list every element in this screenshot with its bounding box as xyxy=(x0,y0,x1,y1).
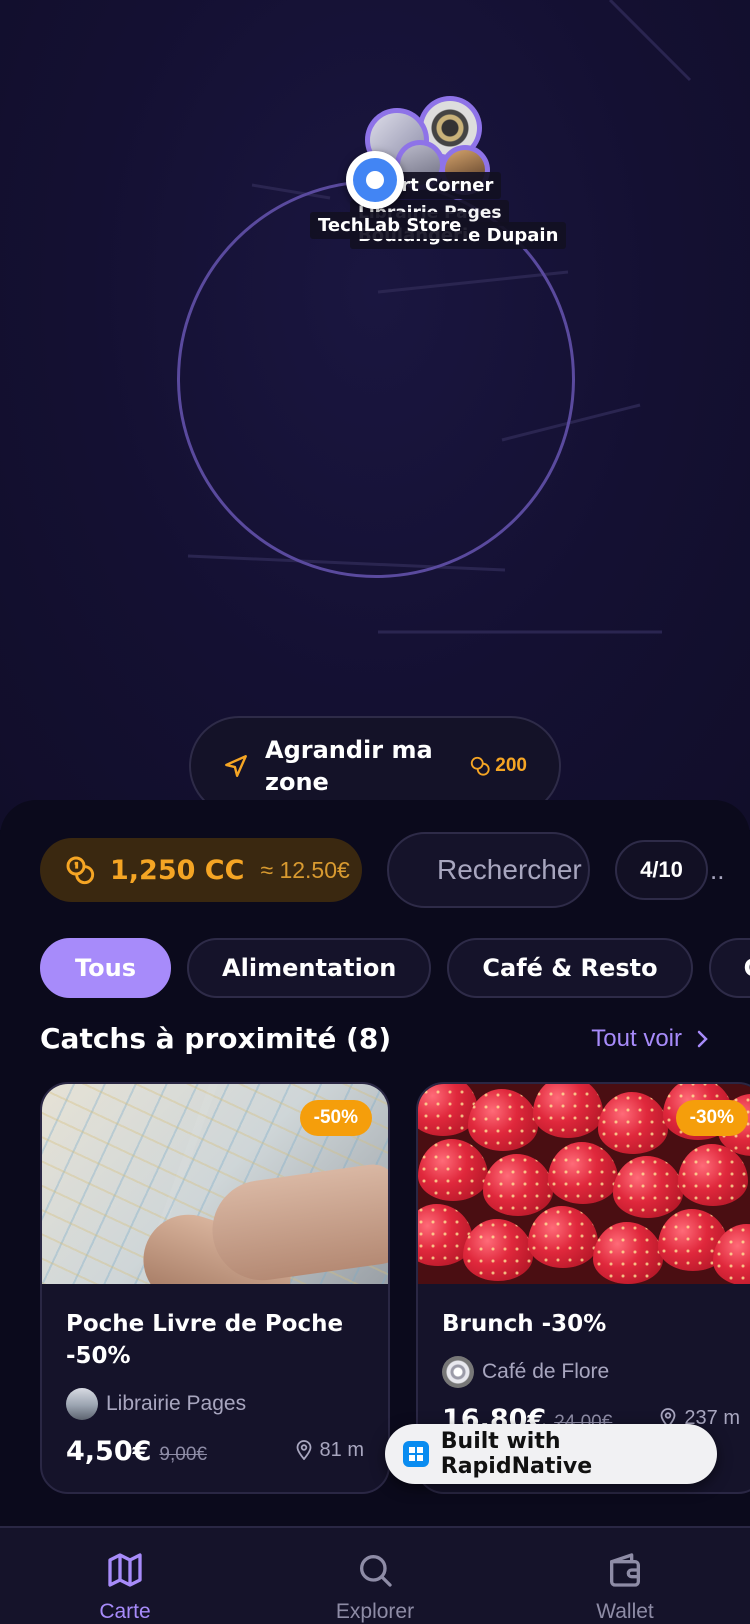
tab-wallet[interactable]: Wallet xyxy=(500,1528,750,1624)
expand-zone-cost: 200 xyxy=(469,755,527,777)
balance-euro-equivalent: ≈ 12.50€ xyxy=(260,856,350,883)
tab-explorer[interactable]: Explorer xyxy=(250,1528,500,1624)
coins-icon xyxy=(471,756,490,776)
shop-name: Café de Flore xyxy=(482,1360,610,1383)
map-label-techlab: TechLab Store xyxy=(310,212,470,239)
offer-price-row: 4,50€ 9,00€ 81 m xyxy=(66,1436,364,1467)
navigation-arrow-icon xyxy=(225,755,247,777)
section-title: Catchs à proximité (8) xyxy=(40,1022,392,1055)
discount-badge: -30% xyxy=(675,1100,748,1136)
offer-title: Poche Livre de Poche -50% xyxy=(66,1311,344,1369)
offer-shop: Café de Flore xyxy=(442,1356,740,1388)
category-chip-cafe-resto[interactable]: Café & Resto xyxy=(447,938,693,998)
shop-avatar xyxy=(66,1388,98,1420)
map-icon xyxy=(108,1553,142,1587)
location-pin-icon xyxy=(296,1440,311,1460)
expand-zone-cost-value: 200 xyxy=(495,755,527,776)
catch-counter: 4/10 xyxy=(615,840,708,900)
tab-carte[interactable]: Carte xyxy=(0,1528,250,1624)
tab-label: Carte xyxy=(99,1600,151,1623)
nearby-section-header: Catchs à proximité (8) Tout voir xyxy=(40,1022,710,1055)
bottom-sheet[interactable]: 1,250 CC ≈ 12.50€ 4/10 .. Tous Alimentat… xyxy=(0,800,750,1530)
category-filters: Tous Alimentation Café & Resto Culture xyxy=(40,938,750,998)
category-chip-alimentation[interactable]: Alimentation xyxy=(187,938,432,998)
overflow-ellipsis: .. xyxy=(710,855,725,885)
see-all-label: Tout voir xyxy=(591,1024,682,1052)
offer-card[interactable]: -50% Poche Livre de Poche -50% Librairie… xyxy=(40,1082,390,1494)
expand-zone-label: Agrandir ma zone xyxy=(265,736,433,796)
wallet-icon xyxy=(610,1553,640,1587)
offer-distance: 81 m xyxy=(296,1439,364,1462)
discount-badge: -50% xyxy=(299,1100,372,1136)
search-icon xyxy=(360,1555,392,1587)
bottom-tab-bar: Carte Explorer Wallet xyxy=(0,1526,750,1624)
tab-label: Explorer xyxy=(335,1600,415,1623)
category-chip-tous[interactable]: Tous xyxy=(40,938,172,998)
search-field[interactable] xyxy=(387,832,590,908)
offer-old-price: 9,00€ xyxy=(159,1444,207,1465)
coins-icon xyxy=(66,856,95,885)
user-location-marker xyxy=(346,151,404,209)
shop-avatar xyxy=(442,1356,474,1388)
offer-shop: Librairie Pages xyxy=(66,1388,364,1420)
built-with-label: Built with RapidNative xyxy=(440,1429,593,1479)
search-input[interactable] xyxy=(389,834,588,906)
offer-price: 4,50€ xyxy=(66,1436,152,1467)
shop-name: Librairie Pages xyxy=(106,1392,247,1415)
map-view[interactable]: Sport Corner Librairie Pages Boulangerie… xyxy=(0,0,750,830)
offer-distance-value: 81 m xyxy=(319,1438,364,1461)
balance-amount: 1,250 CC xyxy=(110,854,245,886)
offer-image: -30% xyxy=(418,1084,750,1284)
offer-image: -50% xyxy=(42,1084,388,1284)
offer-title: Brunch -30% xyxy=(442,1311,607,1337)
see-all-link[interactable]: Tout voir xyxy=(591,1025,710,1053)
category-chip-culture[interactable]: Culture xyxy=(708,938,750,998)
tab-label: Wallet xyxy=(596,1600,654,1623)
coin-balance[interactable]: 1,250 CC ≈ 12.50€ xyxy=(40,838,362,902)
chevron-right-icon xyxy=(697,1030,708,1047)
built-with-badge[interactable]: Built with RapidNative xyxy=(385,1424,717,1484)
rapidnative-logo-icon xyxy=(403,1441,429,1467)
